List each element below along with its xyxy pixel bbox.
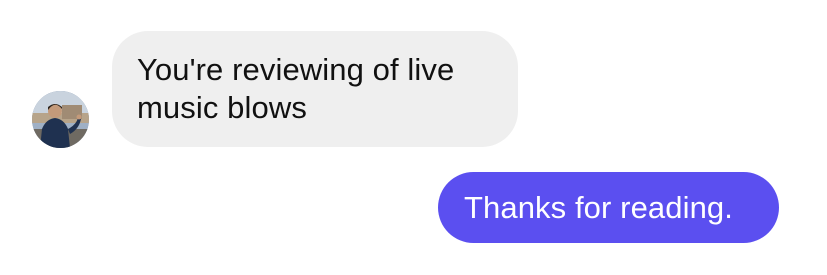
incoming-message-text: You're reviewing of live music blows (137, 52, 455, 125)
outgoing-message-text: Thanks for reading. (464, 190, 733, 225)
sender-avatar[interactable] (32, 91, 89, 148)
outgoing-message-bubble[interactable]: Thanks for reading. (438, 172, 779, 243)
message-thread: You're reviewing of live music blows Tha… (0, 0, 827, 275)
user-avatar-photo-icon (32, 91, 89, 148)
incoming-message-bubble[interactable]: You're reviewing of live music blows (112, 31, 518, 147)
